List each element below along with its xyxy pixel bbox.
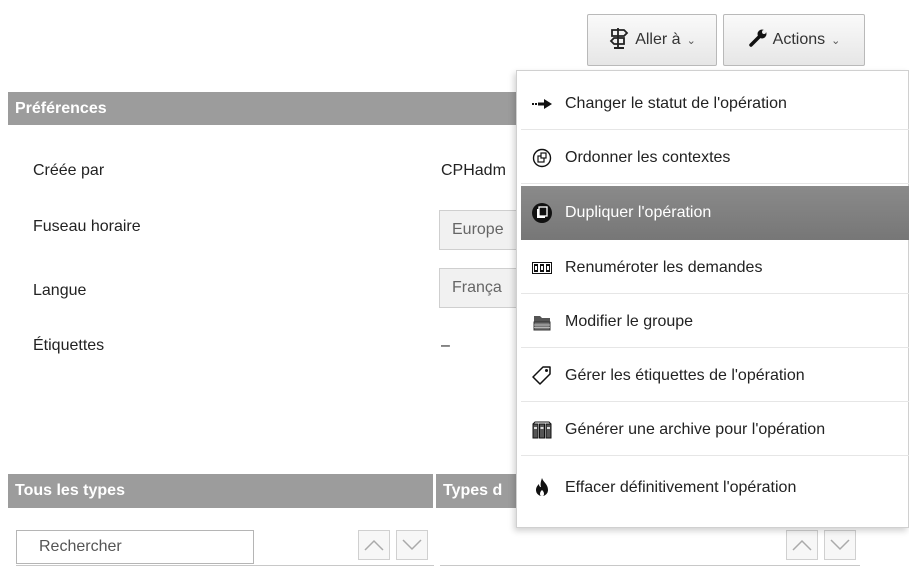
chevron-up-icon	[364, 539, 384, 551]
all-types-title: Tous les types	[15, 482, 125, 499]
selected-types-header: Types d	[436, 474, 526, 508]
menu-item-generate-archive[interactable]: Générer une archive pour l'opération	[521, 404, 909, 456]
tag-icon	[531, 365, 553, 387]
language-label: Langue	[33, 282, 87, 299]
menu-item-modify-group[interactable]: Modifier le groupe	[521, 296, 909, 348]
group-tray-icon	[531, 311, 553, 333]
search-input[interactable]: Rechercher	[16, 530, 254, 564]
order-contexts-icon	[531, 147, 553, 169]
tags-value: –	[441, 337, 450, 354]
menu-item-label: Ordonner les contextes	[565, 148, 731, 166]
move-up-button-right[interactable]	[786, 530, 818, 560]
archive-icon	[531, 419, 553, 441]
timezone-label: Fuseau horaire	[33, 218, 141, 235]
tags-label: Étiquettes	[33, 337, 105, 354]
goto-button[interactable]: Aller à ⌄	[587, 14, 717, 66]
arrow-right-icon	[531, 93, 553, 115]
actions-button[interactable]: Actions ⌄	[723, 14, 865, 66]
wrench-icon	[748, 28, 768, 53]
timezone-value: Europe	[452, 221, 504, 238]
signpost-icon	[608, 26, 630, 55]
menu-item-change-status[interactable]: Changer le statut de l'opération	[521, 78, 909, 130]
menu-item-order-contexts[interactable]: Ordonner les contextes	[521, 132, 909, 184]
timezone-select[interactable]: Europe	[439, 210, 519, 250]
menu-item-duplicate[interactable]: Dupliquer l'opération	[521, 186, 909, 240]
menu-item-renumber[interactable]: Renuméroter les demandes	[521, 242, 909, 294]
chevron-down-icon: ⌄	[831, 34, 841, 47]
divider	[440, 565, 860, 566]
chevron-down-icon	[830, 539, 850, 551]
menu-item-label: Modifier le groupe	[565, 312, 694, 330]
preferences-header: Préférences	[8, 92, 518, 125]
divider	[16, 565, 434, 566]
menu-item-label: Générer une archive pour l'opération	[565, 420, 826, 438]
duplicate-icon	[531, 202, 553, 224]
move-down-button-right[interactable]	[824, 530, 856, 560]
move-down-button[interactable]	[396, 530, 428, 560]
menu-item-label: Gérer les étiquettes de l'opération	[565, 366, 805, 384]
created-by-label: Créée par	[33, 162, 105, 179]
move-up-button[interactable]	[358, 530, 390, 560]
flame-icon	[531, 477, 553, 499]
menu-item-label: Renuméroter les demandes	[565, 258, 763, 276]
goto-label: Aller à	[635, 31, 681, 48]
menu-item-label: Effacer définitivement l'opération	[565, 479, 797, 496]
all-types-header: Tous les types	[8, 474, 433, 508]
created-by-value: CPHadm	[441, 162, 506, 179]
preferences-title: Préférences	[15, 99, 107, 117]
selected-types-title: Types d	[443, 482, 503, 499]
renumber-icon	[531, 257, 553, 279]
menu-item-label: Changer le statut de l'opération	[565, 94, 787, 112]
language-value: França	[452, 279, 502, 296]
chevron-down-icon: ⌄	[686, 34, 696, 47]
actions-label: Actions	[772, 31, 826, 48]
actions-menu: Changer le statut de l'opération Ordonne…	[516, 70, 909, 528]
language-select[interactable]: França	[439, 268, 519, 308]
menu-item-delete-permanently[interactable]: Effacer définitivement l'opération	[521, 462, 909, 514]
search-placeholder: Rechercher	[39, 538, 122, 555]
chevron-down-icon	[402, 539, 422, 551]
menu-item-label: Dupliquer l'opération	[565, 203, 712, 221]
menu-item-manage-tags[interactable]: Gérer les étiquettes de l'opération	[521, 350, 909, 402]
chevron-up-icon	[792, 539, 812, 551]
